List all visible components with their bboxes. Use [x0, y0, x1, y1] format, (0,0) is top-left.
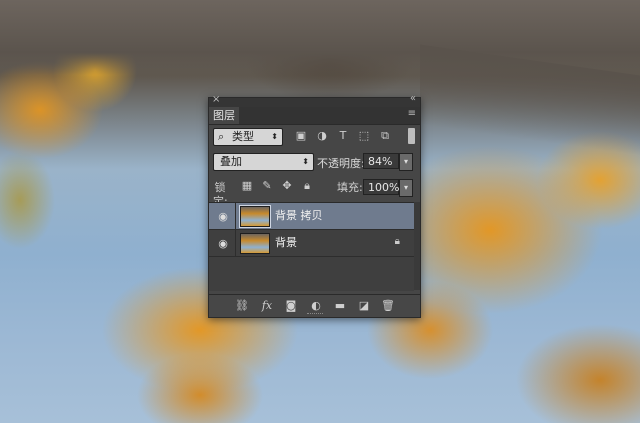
panel-menu-icon[interactable]: ≡: [408, 108, 416, 119]
fill-label: 填充:: [337, 181, 363, 194]
layers-panel: × « 图层 ≡ ⌕ 类型 ⬍ ▣ ◑ T ⬚ ⧉ 叠加 ⬍ 不透明度: 84%…: [208, 93, 421, 318]
link-layers-icon[interactable]: ⛓: [235, 299, 249, 313]
lock-position-icon[interactable]: ✥: [280, 179, 294, 193]
layers-list: ◉ 背景 拷贝 ◉ 背景 🔒︎: [209, 202, 414, 291]
lock-image-pixels-icon[interactable]: ✎: [260, 179, 274, 193]
filter-kind-select[interactable]: ⌕ 类型 ⬍: [213, 128, 283, 146]
lock-transparent-pixels-icon[interactable]: ▦: [240, 179, 254, 193]
layers-scrollbar[interactable]: [414, 202, 420, 290]
new-layer-icon[interactable]: ◪: [357, 299, 371, 313]
opacity-dropdown-icon[interactable]: ▾: [399, 153, 413, 171]
fx-icon[interactable]: fx: [260, 299, 274, 313]
chevron-updown-icon: ⬍: [271, 132, 278, 141]
layer-row-background[interactable]: ◉ 背景 🔒︎: [209, 230, 414, 257]
delete-layer-icon[interactable]: 🗑︎: [381, 299, 395, 313]
adjustment-filter-icon[interactable]: ◑: [315, 129, 329, 143]
fill-input[interactable]: 100%: [363, 179, 399, 195]
add-mask-icon[interactable]: ◙: [284, 299, 298, 313]
layer-name[interactable]: 背景: [275, 230, 297, 256]
eye-separator: [235, 230, 236, 256]
opacity-input[interactable]: 84%: [363, 153, 399, 169]
panel-tab-row: 图层 ≡: [209, 107, 420, 125]
blend-mode-value: 叠加: [220, 155, 242, 168]
text-filter-icon[interactable]: T: [336, 129, 350, 143]
opacity-label: 不透明度:: [317, 157, 365, 170]
layer-name[interactable]: 背景 拷贝: [275, 203, 323, 229]
shape-filter-icon[interactable]: ⬚: [357, 129, 371, 143]
blend-row: 叠加 ⬍ 不透明度: 84% ▾: [209, 150, 420, 172]
collapse-icon[interactable]: «: [410, 93, 416, 104]
lock-label: 锁定:: [213, 181, 228, 208]
layers-bottom-toolbar: ⛓ fx ◙ ◐ ▬ ◪ 🗑︎: [209, 294, 420, 317]
close-icon[interactable]: ×: [212, 94, 220, 105]
lock-row: 锁定: ▦ ✎ ✥ 🔒︎ 填充: 100% ▾: [209, 176, 420, 208]
smart-object-filter-icon[interactable]: ⧉: [378, 129, 392, 143]
eye-icon[interactable]: ◉: [216, 237, 230, 251]
resize-grip[interactable]: [307, 313, 323, 317]
image-filter-icon[interactable]: ▣: [294, 129, 308, 143]
fill-dropdown-icon[interactable]: ▾: [399, 179, 413, 197]
blend-mode-select[interactable]: 叠加 ⬍: [213, 153, 314, 171]
eye-separator: [235, 203, 236, 229]
lock-all-icon[interactable]: 🔒︎: [300, 179, 314, 193]
filter-kind-value: 类型: [232, 130, 254, 143]
layer-row-background-copy[interactable]: ◉ 背景 拷贝: [209, 203, 414, 230]
new-adjustment-layer-icon[interactable]: ◐: [309, 299, 323, 313]
tab-layers[interactable]: 图层: [209, 107, 239, 124]
layer-thumbnail: [240, 233, 270, 254]
layer-thumbnail: [239, 205, 271, 228]
eye-icon[interactable]: ◉: [216, 210, 230, 224]
new-group-icon[interactable]: ▬: [333, 299, 347, 313]
filter-toggle[interactable]: [408, 128, 415, 144]
chevron-updown-icon: ⬍: [302, 157, 309, 166]
panel-titlebar: × «: [209, 93, 420, 107]
lock-icon: 🔒︎: [394, 236, 400, 247]
search-icon: ⌕: [218, 130, 225, 143]
filter-row: ⌕ 类型 ⬍ ▣ ◑ T ⬚ ⧉: [209, 125, 420, 147]
